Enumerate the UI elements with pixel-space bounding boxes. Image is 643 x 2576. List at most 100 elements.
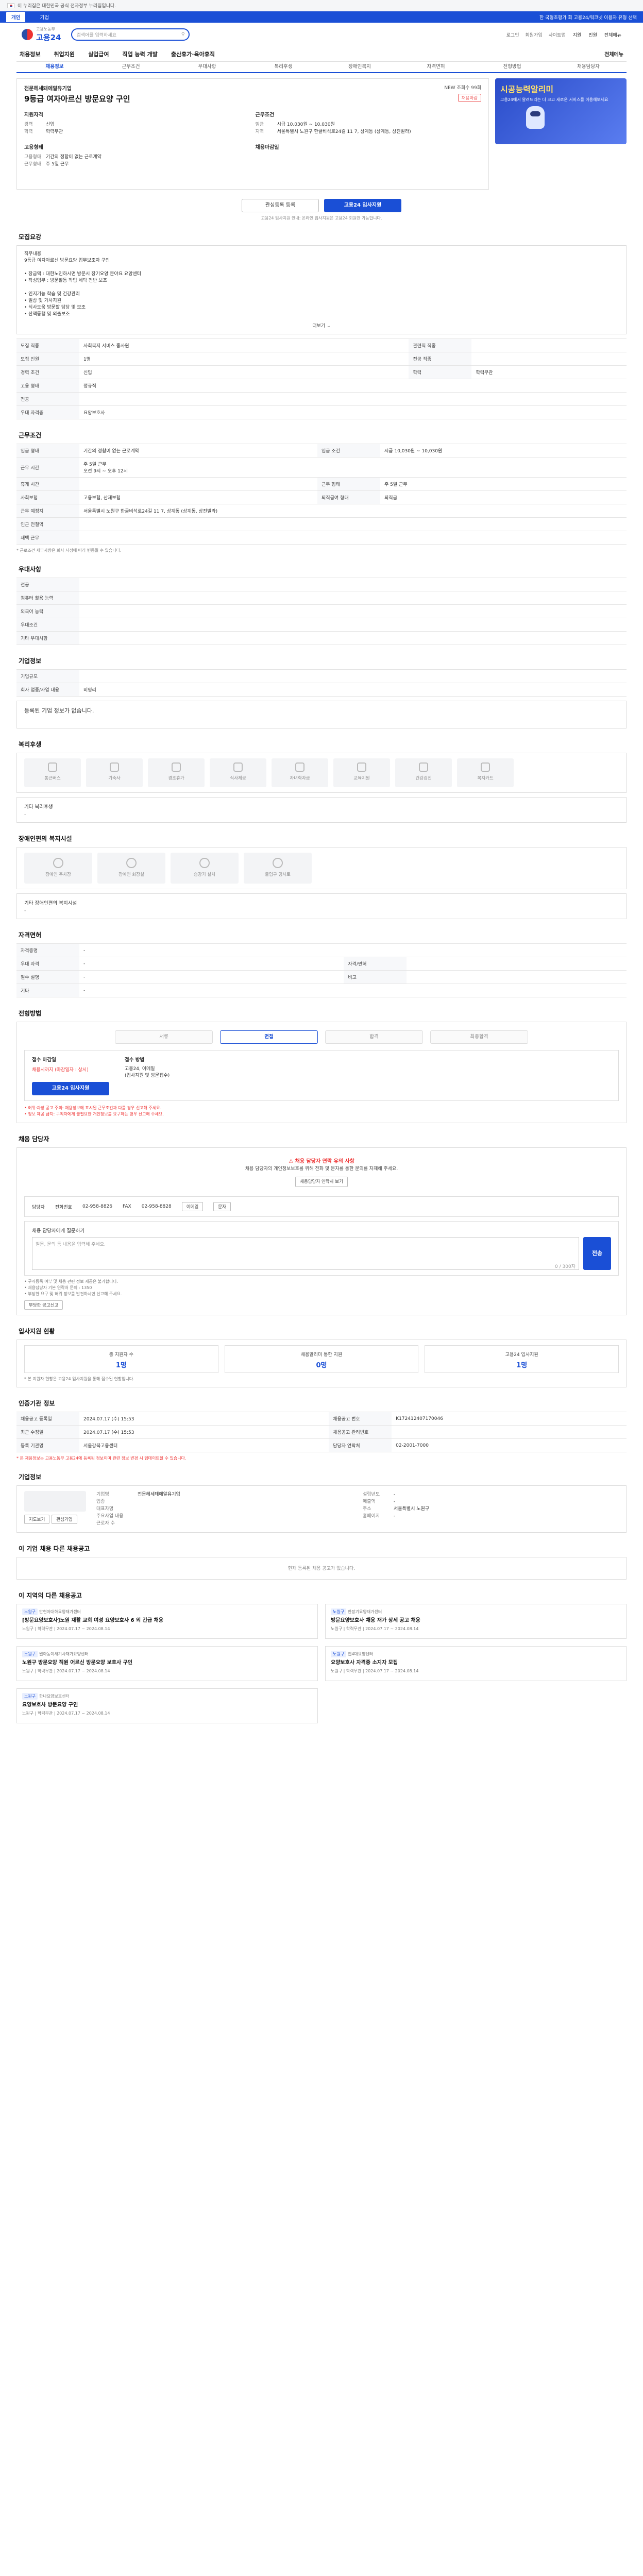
more-button[interactable]: 더보기 ⌄ [24,322,619,329]
table-row: 기업규모 [16,669,627,683]
question-form: 채용 담당자에게 질문하기 질문, 문의 등 내용을 입력해 주세요. 0 / … [24,1221,619,1276]
tab-company[interactable]: 기업 [35,12,54,22]
school-icon [295,762,304,772]
gov-notice-text: 이 누리집은 대한민국 공식 전자정부 누리집입니다. [18,4,116,9]
tab-selection[interactable]: 전형방법 [474,62,550,72]
table-row: 회사 업종/사업 내용 비영리 [16,683,627,697]
site-logo[interactable]: 고용노동부 고용24 [22,26,61,43]
section-title-company: 기업정보 [19,657,42,665]
parking-icon [53,858,63,868]
tab-disability[interactable]: 장애인복지 [321,62,398,72]
table-row: 채용공고 등록일 2024.07.17 (수) 15:53 채용공고 번호 K1724… [16,1412,627,1426]
contact-fax: 02-958-8828 [141,1204,172,1209]
table-row: 우대조건 [16,618,627,632]
quick-support[interactable]: 지원 [573,31,582,38]
tab-conditions[interactable]: 근무조건 [93,62,169,72]
sitemap-link[interactable]: 사이트맵 [549,31,566,38]
user-type-text[interactable]: 한 국형초평가 회 고용24/워크넷 이용자 유형 선택 [539,14,637,21]
company-table: 기업규모 회사 업종/사업 내용 비영리 [16,669,627,697]
step-item: 서류 [115,1030,213,1044]
report-button[interactable]: 부당한 공고신고 [24,1300,63,1310]
view-count: NEW 조회수 99회 [444,86,481,91]
gnb-item-leave[interactable]: 출산휴가·육아휴직 [171,50,215,58]
gnb-item-jobs[interactable]: 채용정보 [20,50,40,58]
section-title-license: 자격면허 [19,931,42,939]
search-input[interactable]: 검색어를 입력하세요 ⚲ [71,28,190,41]
action-buttons: 관심등록 등록 고용24 입사지원 [16,199,627,212]
login-link[interactable]: 로그인 [506,31,519,38]
health-icon [419,762,428,772]
table-row: 임금 형태 기간의 정함이 없는 근로계약 임금 조건 시급 10,030원 ~ 10… [16,444,627,457]
welfare-item: 교육지원 [333,758,390,787]
step-item: 최종합격 [430,1030,528,1044]
side-banner[interactable]: 시공능력알리미 고용24에서 알려드리는 더 크고 새로운 서비스를 이용해보세… [495,78,627,190]
map-button[interactable]: 지도보기 [24,1515,50,1524]
banner-text: 고용24에서 알려드리는 더 크고 새로운 서비스를 이용해보세요 [500,97,608,102]
welfare-item: 경조휴가 [148,758,205,787]
tab-recruit[interactable]: 채용정보 [16,62,93,72]
tab-personal[interactable]: 개인 [6,12,26,22]
section-title-applicants: 입사지원 현황 [19,1328,55,1335]
section-title-company-detail: 기업정보 [19,1473,42,1481]
dormitory-icon [110,762,119,772]
tab-welfare[interactable]: 복리후생 [245,62,321,72]
table-row: 우대 자격증 요양보호사 [16,405,627,419]
ministry-logo-icon [22,29,33,40]
company-detail-box: 지도보기 관심기업 기업명 전문헤세돼에알유기업 업종 대표자명 주요사업 내용 … [16,1485,627,1533]
signup-link[interactable]: 회원가입 [526,31,543,38]
table-row: 컴퓨터 활용 능력 [16,591,627,605]
tab-license[interactable]: 자격면허 [398,62,474,72]
logo-title: 고용24 [36,33,61,42]
follow-button[interactable]: 관심기업 [52,1515,77,1524]
robot-icon [526,106,545,129]
scrap-button[interactable]: 관심등록 등록 [242,199,319,212]
email-button[interactable]: 이메일 [181,1202,204,1211]
disability-item: 승강기 설치 [171,853,239,884]
welfare-item: 통근버스 [24,758,81,787]
bus-icon [48,762,57,772]
table-row: 전공 [16,578,627,591]
gnb-item-unemployment[interactable]: 실업급여 [88,50,109,58]
tab-contact[interactable]: 채용담당자 [550,62,627,72]
all-menu-button[interactable]: 전체메뉴 [604,50,623,58]
table-row: 외국어 능력 [16,604,627,618]
apply-note: 고용24 입사지원 안내: 온라인 입사지원은 고용24 회원만 가능합니다. [261,216,382,221]
tab-preference[interactable]: 우대사항 [169,62,245,72]
disability-item: 출입구 경사로 [244,853,312,884]
quick-links: 지원 민원 전체메뉴 [573,31,621,38]
contact-info: 담당자 전화번호 02-958-8826 FAX 02-958-8828 이메일 문… [24,1196,619,1217]
section-title-recruit-info: 인증기관 정보 [19,1400,55,1407]
logo-sub: 고용노동부 [36,27,55,31]
welfare-other: 기타 복리후생 - [16,797,627,823]
question-textarea[interactable]: 질문, 문의 등 내용을 입력해 주세요. 0 / 300자 [32,1237,579,1270]
job-card: 전문헤세돼에알유기업 9등급 여자아르신 방문요양 구인 NEW 조회수 99회… [16,78,489,190]
sms-button[interactable]: 문자 [213,1202,231,1211]
table-row: 인근 전철역 [16,517,627,531]
disability-box: 장애인 주차장 장애인 화장실 승강기 설치 출입구 경사로 [16,847,627,889]
elevator-icon [199,858,210,868]
gnb-item-support[interactable]: 취업지원 [54,50,74,58]
quick-civil[interactable]: 민원 [588,31,597,38]
recruit-info-table: 채용공고 등록일 2024.07.17 (수) 15:53 채용공고 번호 K1724… [16,1412,627,1452]
quick-menu[interactable]: 전체메뉴 [604,31,621,38]
job-card-item[interactable]: 노원구 한나요양보호센터 요양보호사 방문요양 구인 노원구 | 학력무관 | … [16,1688,318,1723]
send-button[interactable]: 전송 [583,1237,611,1270]
qualification-block: 지원자격 경력 신입 학력 학력무관 고용형태 고용형태 기간의 정함이 없는 근로계… [24,112,101,167]
job-card-item[interactable]: 노원구 웹4대요양센터 요양보호사 자격증 소지자 모집 노원구 | 학력무관 … [325,1646,627,1681]
company-detail-name: 전문헤세돼에알유기업 [138,1492,180,1497]
applicant-stat: 채용알리미 통한 지원 0명 [224,1345,419,1373]
job-card-item[interactable]: 노원구 웹아동이새기사재가요양센터 노원구 방문요양 직원 어르신 방문요양 보… [16,1646,318,1681]
job-card-item[interactable]: 노원구 안현아대하요양재가센터 [방문요양보호사]노원 재활 교회 여성 요양보… [16,1604,318,1639]
show-contact-button[interactable]: 채용담당자 연락처 보기 [295,1177,348,1187]
search-icon[interactable]: ⚲ [181,32,185,37]
welfare-box: 통근버스 기숙사 경조휴가 식사제공 자녀학자금 교육지원 건강검진 복지카드 [16,753,627,793]
gnb-item-training[interactable]: 직업 능력 개발 [122,50,157,58]
card-icon [481,762,490,772]
apply-button-bottom[interactable]: 고용24 입사지원 [32,1082,109,1095]
section-title-conditions: 근무조건 [19,432,42,439]
job-card-item[interactable]: 노원구 한장기요양재가센터 방문요양보호사 채용 재가 상세 공고 채용 노원구… [325,1604,627,1639]
apply-button[interactable]: 고용24 입사지원 [324,199,401,212]
apply-warnings: • 허위·과장 공고 주의: 채용정보에 표시된 근무조건과 다를 경우 신고해… [24,1106,164,1116]
section-title-recruit: 모집요강 [19,233,42,241]
section-title-preference: 우대사항 [19,566,42,573]
